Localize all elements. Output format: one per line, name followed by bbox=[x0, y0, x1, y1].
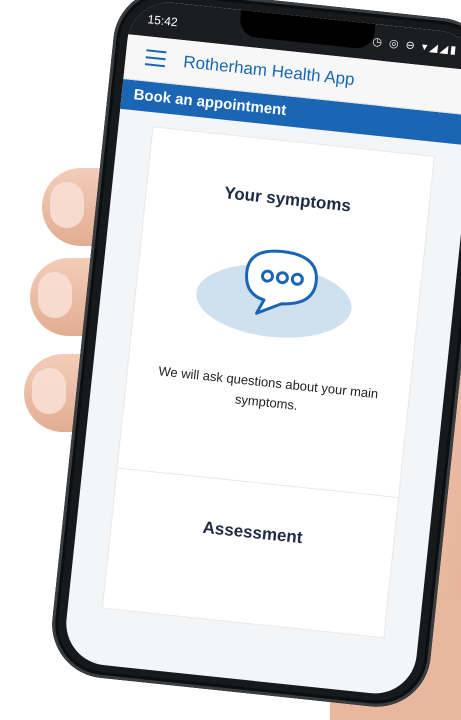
status-icons: ◷ ◎ ⊖ ▾◢◢▮ bbox=[371, 35, 459, 57]
status-time: 15:42 bbox=[146, 12, 179, 30]
app-title: Rotherham Health App bbox=[182, 52, 356, 90]
card-title: Your symptoms bbox=[223, 183, 352, 216]
camera-notch bbox=[238, 9, 376, 50]
assessment-card[interactable]: Assessment bbox=[101, 468, 400, 639]
symptoms-card[interactable]: Your symptoms We will ask questions abou… bbox=[116, 126, 435, 499]
phone-screen: 15:42 ◷ ◎ ⊖ ▾◢◢▮ Rotherham Health App Bo… bbox=[62, 0, 461, 698]
hamburger-icon[interactable] bbox=[144, 49, 167, 68]
card-description: We will ask questions about your main sy… bbox=[157, 363, 380, 413]
phone: 15:42 ◷ ◎ ⊖ ▾◢◢▮ Rotherham Health App Bo… bbox=[46, 0, 461, 712]
speech-bubble-icon bbox=[196, 249, 352, 338]
